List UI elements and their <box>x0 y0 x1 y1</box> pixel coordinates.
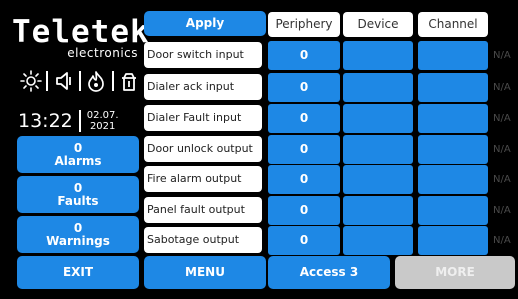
alarms-label: Alarms <box>54 153 102 168</box>
sun-icon <box>20 70 42 92</box>
channel-cell[interactable] <box>418 104 488 133</box>
device-cell[interactable] <box>343 104 413 133</box>
status-na: N/A <box>493 144 511 155</box>
row-label: Dialer Fault input <box>144 105 262 131</box>
warnings-button[interactable]: 0 Warnings <box>17 216 139 253</box>
row-label: Dialer ack input <box>144 74 262 100</box>
separator <box>78 110 81 132</box>
alarms-count: 0 <box>73 140 83 155</box>
channel-cell[interactable] <box>418 135 488 164</box>
separator <box>46 71 49 91</box>
status-na: N/A <box>493 113 511 124</box>
clock-date-day: 02.07. <box>86 110 119 121</box>
periphery-cell[interactable]: 0 <box>268 135 340 164</box>
separator <box>111 71 114 91</box>
access-level-button[interactable]: Access 3 <box>268 256 390 289</box>
channel-cell[interactable] <box>418 226 488 255</box>
speaker-icon <box>55 72 71 90</box>
status-na: N/A <box>493 235 511 246</box>
row-label: Sabotage output <box>144 227 262 253</box>
exit-button[interactable]: EXIT <box>17 256 139 289</box>
tab-channel[interactable]: Channel <box>418 12 488 37</box>
status-na: N/A <box>493 205 511 216</box>
device-cell[interactable] <box>343 196 413 225</box>
periphery-cell[interactable]: 0 <box>268 104 340 133</box>
door-icon <box>121 73 136 91</box>
row-label: Fire alarm output <box>144 166 262 192</box>
menu-button[interactable]: MENU <box>144 256 266 289</box>
tab-device[interactable]: Device <box>343 12 413 37</box>
channel-cell[interactable] <box>418 196 488 225</box>
device-cell[interactable] <box>343 41 413 70</box>
tab-periphery[interactable]: Periphery <box>268 12 340 37</box>
clock-time: 13:22 <box>18 110 73 132</box>
device-cell[interactable] <box>343 135 413 164</box>
status-na: N/A <box>493 174 511 185</box>
teletek-logo: Teletek electronics <box>12 14 150 60</box>
brand-name: Teletek <box>12 14 150 50</box>
faults-label: Faults <box>57 193 99 208</box>
warnings-count: 0 <box>73 220 83 235</box>
device-cell[interactable] <box>343 165 413 194</box>
device-cell[interactable] <box>343 226 413 255</box>
row-label: Panel fault output <box>144 197 262 223</box>
clock-date: 02.07. 2021 <box>87 110 119 132</box>
clock: 13:22 02.07. 2021 <box>18 107 119 135</box>
status-na: N/A <box>493 50 511 61</box>
channel-cell[interactable] <box>418 165 488 194</box>
periphery-cell[interactable]: 0 <box>268 165 340 194</box>
periphery-cell[interactable]: 0 <box>268 226 340 255</box>
flame-icon <box>88 71 105 92</box>
fire-panel-screen: Teletek electronics 13:22 02.07. 2021 0 … <box>0 0 518 299</box>
channel-cell[interactable] <box>418 73 488 102</box>
alarms-button[interactable]: 0 Alarms <box>17 136 139 173</box>
separator <box>78 71 81 91</box>
faults-button[interactable]: 0 Faults <box>17 176 139 213</box>
more-button[interactable]: MORE <box>395 256 515 289</box>
status-na: N/A <box>493 82 511 93</box>
row-label: Door unlock output <box>144 136 262 162</box>
clock-date-year: 2021 <box>89 121 116 132</box>
row-label: Door switch input <box>144 42 262 68</box>
periphery-cell[interactable]: 0 <box>268 73 340 102</box>
warnings-label: Warnings <box>46 233 110 248</box>
device-cell[interactable] <box>343 73 413 102</box>
status-icons-bar <box>20 68 140 94</box>
faults-count: 0 <box>73 180 83 195</box>
channel-cell[interactable] <box>418 41 488 70</box>
periphery-cell[interactable]: 0 <box>268 196 340 225</box>
apply-button[interactable]: Apply <box>144 11 266 36</box>
periphery-cell[interactable]: 0 <box>268 41 340 70</box>
